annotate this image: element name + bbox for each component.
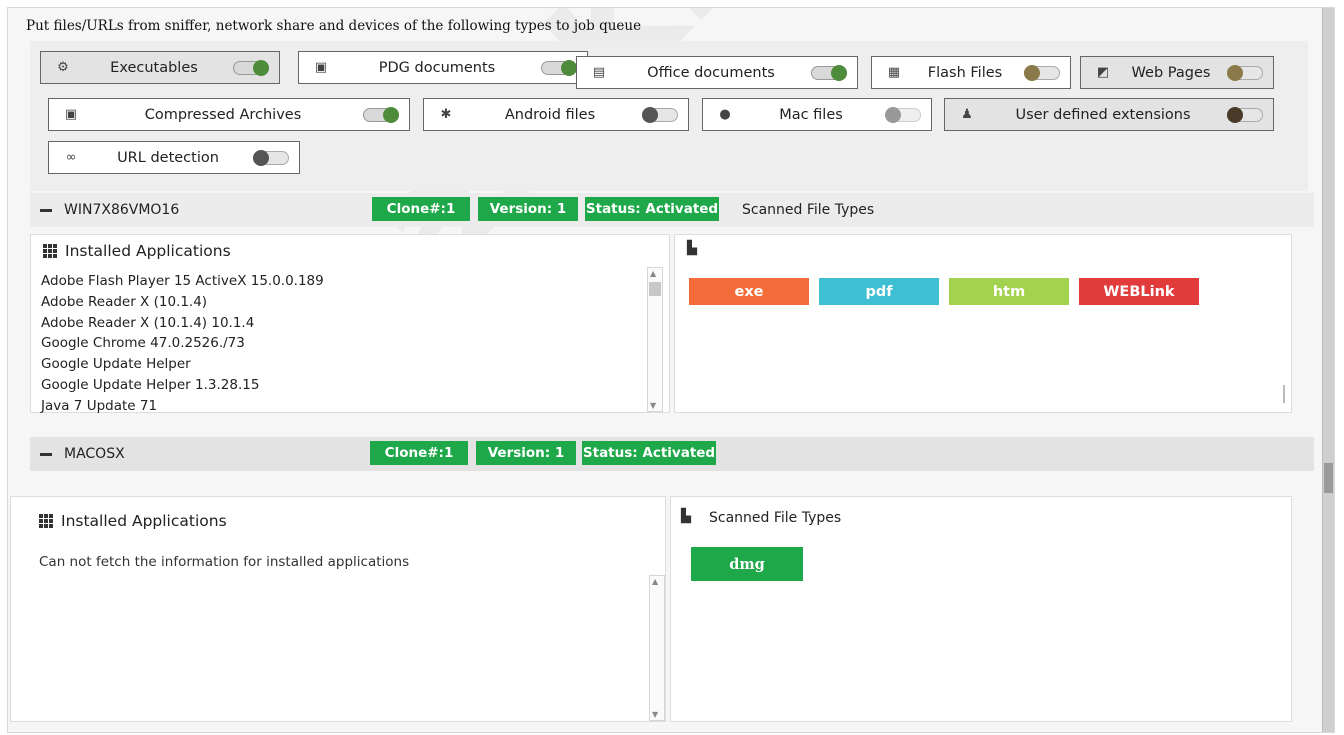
- filetype-chip-weblink: WEBLink: [1079, 278, 1199, 305]
- scanned-file-types-label: Scanned File Types: [742, 202, 875, 218]
- url-detection-toggle[interactable]: [253, 149, 289, 166]
- filetype-chip-pdf: pdf: [819, 278, 939, 305]
- filetype-executables[interactable]: ⚙ Executables: [40, 51, 280, 84]
- list-item: Adobe Flash Player 15 ActiveX 15.0.0.189: [41, 273, 324, 289]
- scroll-down-icon[interactable]: ▼: [652, 710, 658, 719]
- grid-icon: [43, 244, 57, 258]
- compressed-archives-toggle[interactable]: [363, 106, 399, 123]
- file-type-icon: ▙: [681, 509, 691, 524]
- list-item: Google Update Helper 1.3.28.15: [41, 376, 260, 393]
- clone-badge: Clone#:1: [370, 441, 468, 465]
- installed-apps-panel-macosx: Installed Applications Can not fetch the…: [10, 496, 666, 722]
- mac-files-toggle[interactable]: [885, 106, 921, 123]
- apps-unavailable-message: Can not fetch the information for instal…: [39, 554, 410, 570]
- status-badge: Status: Activated: [582, 441, 716, 465]
- version-badge: Version: 1: [476, 441, 576, 465]
- scroll-up-icon[interactable]: ▲: [650, 269, 656, 278]
- filetype-mac-files[interactable]: ● Mac files: [702, 98, 932, 131]
- word-icon: ▤: [592, 65, 606, 80]
- scanned-types-panel-macosx: ▙ Scanned File Types dmg: [670, 496, 1292, 722]
- list-item: Adobe Reader X (10.1.4): [41, 293, 208, 310]
- clone-badge: Clone#:1: [372, 197, 470, 221]
- user-add-icon: ♟: [961, 107, 973, 122]
- file-type-icon: ▙: [687, 241, 697, 256]
- android-icon: ✱: [440, 107, 452, 122]
- apple-icon: ●: [719, 107, 731, 122]
- scanned-file-types-label: Scanned File Types: [709, 510, 842, 526]
- grid-icon: [39, 514, 53, 528]
- collapse-icon[interactable]: [40, 452, 52, 456]
- web-icon: ◩: [1096, 65, 1110, 80]
- installed-apps-list: Adobe Flash Player 15 ActiveX 15.0.0.189…: [41, 271, 324, 417]
- office-documents-toggle[interactable]: [811, 64, 847, 81]
- filetype-compressed-archives[interactable]: ▣ Compressed Archives: [48, 98, 410, 131]
- list-item: Google Chrome 47.0.2526./73: [41, 335, 245, 352]
- filetype-pdg-documents[interactable]: ▣ PDG documents: [298, 51, 588, 84]
- executables-toggle[interactable]: [233, 59, 269, 76]
- file-types-group: ⚙ Executables ▣ PDG documents ▤ Office d…: [30, 41, 1308, 191]
- flash-icon: ▦: [887, 65, 901, 80]
- list-item: Google Update Helper: [41, 356, 191, 373]
- list-item: Adobe Reader X (10.1.4) 10.1.4: [41, 314, 255, 331]
- list-item: Java 7 Update 71: [41, 397, 158, 414]
- device-header-macosx[interactable]: MACOSX Clone#:1 Version: 1 Status: Activ…: [30, 437, 1314, 471]
- filetype-url-detection[interactable]: ∞ URL detection: [48, 141, 300, 174]
- version-badge: Version: 1: [478, 197, 578, 221]
- file-types-prompt: Put files/URLs from sniffer, network sha…: [26, 18, 642, 34]
- pdg-documents-toggle[interactable]: [541, 59, 577, 76]
- device-header-win7[interactable]: WIN7X86VMO16 Clone#:1 Version: 1 Status:…: [30, 193, 1314, 227]
- collapse-icon[interactable]: [40, 208, 52, 212]
- installed-apps-panel-win7: Installed Applications Adobe Flash Playe…: [30, 234, 670, 414]
- android-files-toggle[interactable]: [642, 106, 678, 123]
- page-scroll-thumb[interactable]: [1324, 463, 1333, 493]
- filetype-android-files[interactable]: ✱ Android files: [423, 98, 689, 131]
- job-queue-panel: artKillers.net Put files/URLs from sniff…: [7, 7, 1335, 733]
- archive-icon: ▣: [64, 107, 78, 122]
- filetype-chip-exe: exe: [689, 278, 809, 305]
- scroll-up-icon[interactable]: ▲: [652, 577, 658, 586]
- device-name: WIN7X86VMO16: [40, 202, 179, 218]
- installed-apps-title: Installed Applications: [39, 512, 227, 530]
- filetype-office-documents[interactable]: ▤ Office documents: [576, 56, 858, 89]
- flash-files-toggle[interactable]: [1024, 64, 1060, 81]
- user-defined-extensions-toggle[interactable]: [1227, 106, 1263, 123]
- page-scrollbar[interactable]: [1322, 8, 1334, 732]
- filetype-chip-htm: htm: [949, 278, 1069, 305]
- gears-icon: ⚙: [57, 60, 69, 75]
- web-pages-toggle[interactable]: [1227, 64, 1263, 81]
- filetype-chip-dmg: dmg: [691, 547, 803, 581]
- filetype-user-defined-extensions[interactable]: ♟ User defined extensions: [944, 98, 1274, 131]
- scanned-types-panel-win7: ▙ exe pdf htm WEBLink: [674, 234, 1292, 413]
- filetype-flash-files[interactable]: ▦ Flash Files: [871, 56, 1071, 89]
- device-name: MACOSX: [40, 446, 125, 462]
- apps-scrollbar[interactable]: ▲ ▼: [649, 575, 665, 721]
- link-icon: ∞: [65, 150, 77, 165]
- scroll-down-icon[interactable]: ▼: [650, 401, 656, 410]
- pdf-icon: ▣: [314, 60, 328, 75]
- scrollbar-track[interactable]: [1283, 385, 1285, 403]
- installed-apps-title: Installed Applications: [43, 242, 231, 260]
- scroll-thumb[interactable]: [649, 282, 661, 296]
- apps-scrollbar[interactable]: ▲ ▼: [647, 267, 663, 412]
- filetype-web-pages[interactable]: ◩ Web Pages: [1080, 56, 1274, 89]
- status-badge: Status: Activated: [585, 197, 719, 221]
